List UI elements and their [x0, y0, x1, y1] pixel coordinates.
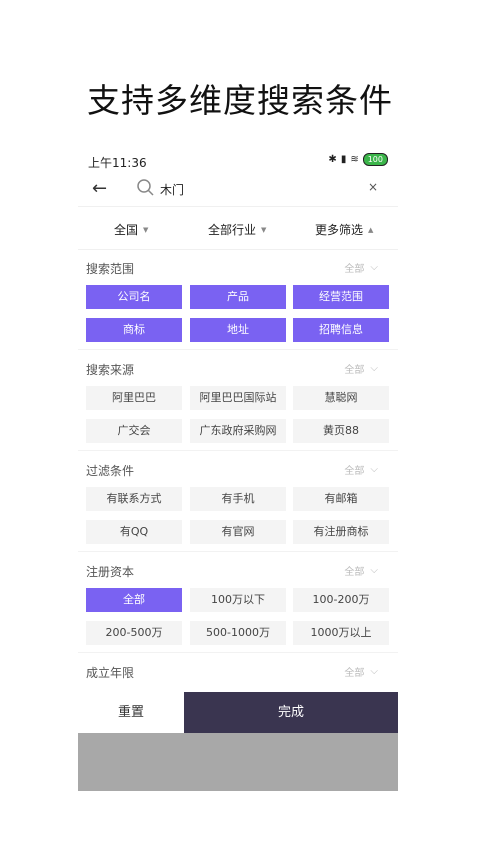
chip-capital-over-1000[interactable]: 1000万以上: [293, 621, 389, 645]
chevron-down-icon: ⌵: [370, 262, 378, 273]
close-icon[interactable]: ×: [276, 310, 284, 320]
caret-up-icon: ▲: [368, 225, 374, 234]
divider: [78, 450, 398, 451]
chevron-down-icon: ⌵: [370, 464, 378, 475]
section-all-source[interactable]: 全部 ⌵: [344, 361, 378, 376]
status-bar: 上午11:36 ✱ ▮ ≋ 100: [78, 148, 398, 174]
bottom-action-bar: 重置 完成: [78, 692, 398, 733]
dim-overlay[interactable]: [78, 733, 398, 791]
section-title-capital: 注册资本: [86, 565, 135, 579]
section-title-source: 搜索来源: [86, 363, 135, 377]
region-filter[interactable]: 全国 ▼: [114, 221, 148, 238]
section-all-label: 全部: [344, 365, 365, 376]
section-all-label: 全部: [344, 264, 365, 275]
back-arrow-icon[interactable]: ←: [92, 178, 107, 199]
wifi-icon: ≋: [350, 154, 359, 165]
chip-alibaba[interactable]: 阿里巴巴: [86, 386, 182, 410]
section-all-capital[interactable]: 全部 ⌵: [344, 563, 378, 578]
close-icon[interactable]: ×: [172, 277, 180, 287]
chip-capital-500-1000[interactable]: 500-1000万: [190, 621, 286, 645]
chip-business-scope[interactable]: 经营范围 ×: [293, 277, 389, 309]
chip-alibaba-intl[interactable]: 阿里巴巴国际站: [190, 386, 286, 410]
chip-recruitment[interactable]: 招聘信息 ×: [293, 310, 389, 342]
caret-down-icon: ▼: [143, 225, 149, 234]
chip-has-website[interactable]: 有官网: [190, 520, 286, 544]
chevron-down-icon: ⌵: [370, 666, 378, 677]
chip-capital-under-100[interactable]: 100万以下: [190, 588, 286, 612]
chip-company-name[interactable]: 公司名 ×: [86, 277, 182, 309]
section-all-label: 全部: [344, 668, 365, 679]
battery-icon: 100: [362, 153, 388, 166]
signal-icon: ▮: [340, 154, 347, 165]
chip-label: 地址: [227, 323, 249, 336]
chip-label: 全部: [123, 593, 145, 606]
region-filter-label: 全国: [114, 223, 139, 237]
chip-huangye88[interactable]: 黄页88: [293, 419, 389, 443]
close-icon[interactable]: ×: [379, 277, 387, 287]
done-button[interactable]: 完成: [184, 692, 398, 733]
phone-screen: 上午11:36 ✱ ▮ ≋ 100 ← 木门 × 全国 ▼ 全部行业 ▼ 更多筛…: [78, 148, 398, 791]
section-all-label: 全部: [344, 466, 365, 477]
chip-product[interactable]: 产品 ×: [190, 277, 286, 309]
chip-label: 商标: [123, 323, 145, 336]
industry-filter[interactable]: 全部行业 ▼: [208, 221, 266, 238]
status-time: 上午11:36: [88, 156, 147, 170]
chip-label: 产品: [227, 290, 249, 303]
industry-filter-label: 全部行业: [208, 223, 257, 237]
section-all-label: 全部: [344, 567, 365, 578]
filter-bar: 全国 ▼ 全部行业 ▼ 更多筛选 ▲: [78, 206, 398, 250]
close-icon[interactable]: ×: [172, 310, 180, 320]
reset-button[interactable]: 重置: [78, 692, 184, 733]
divider: [78, 551, 398, 552]
chip-capital-100-200[interactable]: 100-200万: [293, 588, 389, 612]
section-all-scope[interactable]: 全部 ⌵: [344, 260, 378, 275]
promo-title: 支持多维度搜索条件: [87, 81, 393, 120]
chip-has-mobile[interactable]: 有手机: [190, 487, 286, 511]
chip-capital-200-500[interactable]: 200-500万: [86, 621, 182, 645]
close-icon[interactable]: ×: [172, 580, 180, 590]
chip-capital-all[interactable]: 全部 ×: [86, 580, 182, 612]
section-title-years: 成立年限: [86, 666, 135, 680]
chip-has-email[interactable]: 有邮箱: [293, 487, 389, 511]
section-all-years[interactable]: 全部 ⌵: [344, 664, 378, 679]
search-bar: ← 木门 ×: [78, 174, 398, 206]
chip-has-trademark[interactable]: 有注册商标: [293, 520, 389, 544]
status-icons: ✱ ▮ ≋ 100: [328, 153, 388, 166]
section-all-condition[interactable]: 全部 ⌵: [344, 462, 378, 477]
chip-gd-procurement[interactable]: 广东政府采购网: [190, 419, 286, 443]
chevron-down-icon: ⌵: [370, 363, 378, 374]
search-icon: [137, 179, 154, 196]
chip-trademark[interactable]: 商标 ×: [86, 310, 182, 342]
chip-label: 招聘信息: [319, 323, 363, 336]
more-filter[interactable]: 更多筛选 ▲: [315, 221, 373, 238]
clear-icon[interactable]: ×: [368, 180, 378, 194]
section-title-scope: 搜索范围: [86, 262, 135, 276]
section-title-condition: 过滤条件: [86, 464, 135, 478]
more-filter-label: 更多筛选: [315, 223, 364, 237]
chip-label: 经营范围: [319, 290, 363, 303]
search-input[interactable]: 木门: [160, 181, 184, 198]
chip-hc360[interactable]: 慧聪网: [293, 386, 389, 410]
chip-address[interactable]: 地址 ×: [190, 310, 286, 342]
bluetooth-icon: ✱: [328, 154, 337, 165]
divider: [78, 652, 398, 653]
chip-label: 公司名: [117, 290, 151, 303]
chip-canton-fair[interactable]: 广交会: [86, 419, 182, 443]
chip-has-qq[interactable]: 有QQ: [86, 520, 182, 544]
caret-down-icon: ▼: [261, 225, 267, 234]
chevron-down-icon: ⌵: [370, 565, 378, 576]
chip-has-contact[interactable]: 有联系方式: [86, 487, 182, 511]
close-icon[interactable]: ×: [379, 310, 387, 320]
divider: [78, 349, 398, 350]
close-icon[interactable]: ×: [276, 277, 284, 287]
